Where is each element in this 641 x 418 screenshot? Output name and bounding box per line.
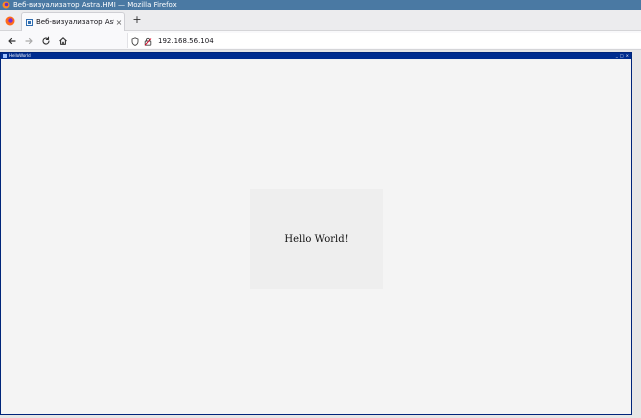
reload-button[interactable] xyxy=(39,34,52,47)
firefox-icon xyxy=(5,11,15,30)
tab-title: Веб-визуализатор Astra.HMI xyxy=(36,18,114,26)
url-bar[interactable]: 192.168.56.104 xyxy=(127,33,641,48)
back-button[interactable] xyxy=(5,34,18,47)
url-text[interactable]: 192.168.56.104 xyxy=(158,37,214,45)
os-window-titlebar: Веб-визуализатор Astra.HMI — Mozilla Fir… xyxy=(0,0,641,10)
page-content: HelloWorld _ □ × Hello World! xyxy=(0,50,641,418)
tab-close-button[interactable]: × xyxy=(114,18,124,27)
hmi-window: HelloWorld _ □ × Hello World! xyxy=(0,52,632,415)
right-margin-strip xyxy=(632,52,641,415)
lock-icon[interactable] xyxy=(144,31,152,50)
arrow-left-icon xyxy=(7,31,17,50)
forward-button[interactable] xyxy=(22,34,35,47)
os-window-title: Веб-визуализатор Astra.HMI — Mozilla Fir… xyxy=(13,1,177,9)
tab-strip: Веб-визуализатор Astra.HMI × + xyxy=(0,10,641,31)
hmi-canvas: Hello World! xyxy=(1,59,631,414)
tab-astra-hmi[interactable]: Веб-визуализатор Astra.HMI × xyxy=(21,12,125,31)
arrow-right-icon xyxy=(24,31,34,50)
reload-icon xyxy=(41,31,51,50)
home-icon xyxy=(58,31,68,50)
firefox-app-icon xyxy=(2,1,10,9)
hello-world-panel: Hello World! xyxy=(250,189,383,289)
home-button[interactable] xyxy=(56,34,69,47)
navigation-toolbar: 192.168.56.104 xyxy=(0,31,641,50)
new-tab-button[interactable]: + xyxy=(130,13,144,27)
hmi-favicon-icon xyxy=(26,18,33,26)
firefox-menu-button[interactable] xyxy=(0,10,20,31)
shield-icon[interactable] xyxy=(131,31,139,50)
hmi-window-icon xyxy=(3,54,7,58)
